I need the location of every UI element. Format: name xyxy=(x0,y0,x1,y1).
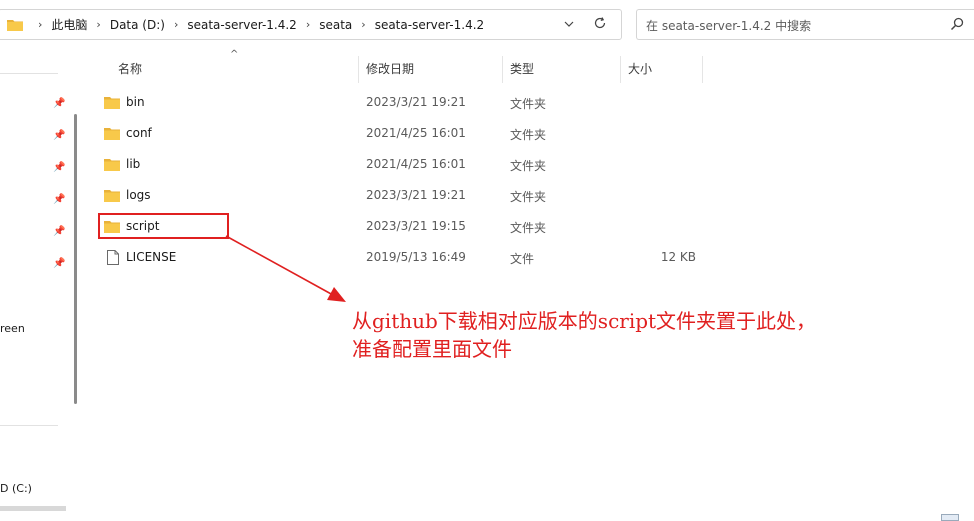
annotation-line: 从github下载相对应版本的script文件夹置于此处， xyxy=(352,309,817,333)
annotation-arrow xyxy=(225,235,346,302)
annotation-text: 从github下载相对应版本的script文件夹置于此处， 准备配置里面文件 xyxy=(352,307,912,363)
status-bar-view-icon[interactable] xyxy=(941,514,959,521)
annotation-line: 准备配置里面文件 xyxy=(352,337,512,361)
